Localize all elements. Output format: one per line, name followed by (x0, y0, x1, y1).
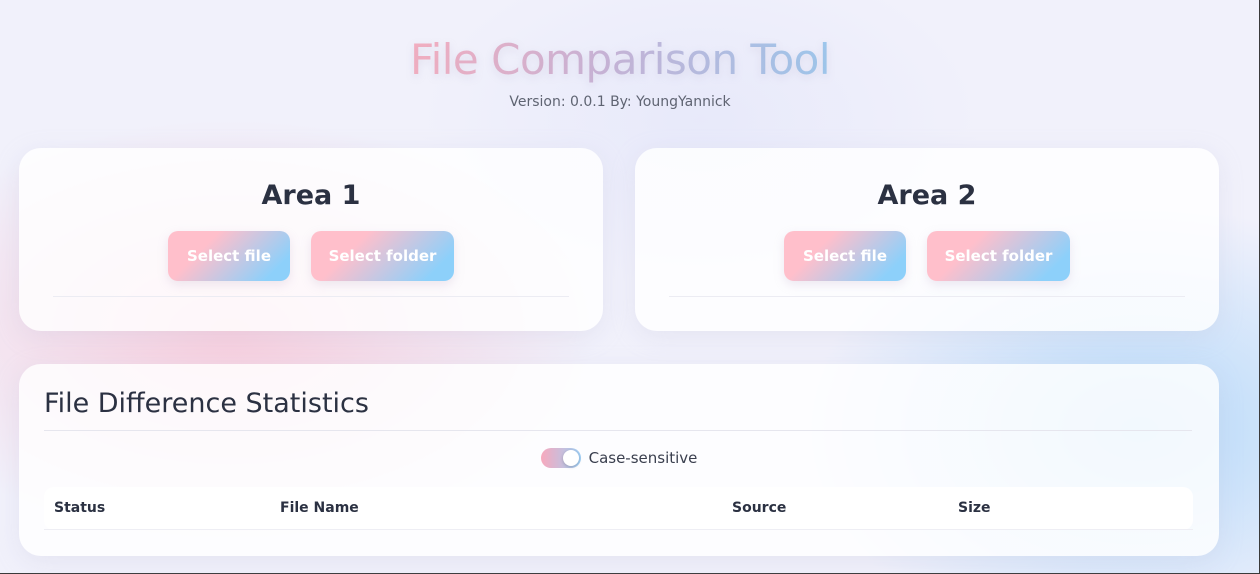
area-1-panel: Area 1 Select file Select folder (19, 148, 603, 331)
column-header-source[interactable]: Source (732, 487, 786, 530)
app-header: File Comparison Tool Version: 0.0.1 By: … (0, 30, 1240, 110)
column-header-status[interactable]: Status (54, 487, 105, 530)
stats-panel: File Difference Statistics Case-sensitiv… (19, 364, 1219, 556)
area-2-panel: Area 2 Select file Select folder (635, 148, 1219, 331)
stats-title: File Difference Statistics (44, 388, 369, 419)
area-2-select-folder-button[interactable]: Select folder (927, 231, 1070, 281)
difference-table: Status File Name Source Size (44, 487, 1193, 530)
version-info: Version: 0.0.1 By: YoungYannick (509, 94, 731, 110)
stats-divider (44, 430, 1192, 431)
case-sensitive-row: Case-sensitive (19, 448, 1219, 468)
area-1-select-folder-button[interactable]: Select folder (311, 231, 454, 281)
column-header-file-name[interactable]: File Name (280, 487, 359, 530)
area-2-title: Area 2 (877, 180, 977, 211)
table-header-rule (44, 529, 1193, 530)
app-title: File Comparison Tool (410, 30, 831, 90)
area-1-divider (53, 296, 569, 297)
case-sensitive-toggle[interactable] (540, 448, 581, 468)
column-header-size[interactable]: Size (958, 487, 991, 530)
area-2-select-file-button[interactable]: Select file (784, 231, 906, 281)
area-2-button-row: Select file Select folder (635, 231, 1219, 281)
area-1-title: Area 1 (261, 180, 361, 211)
area-1-select-file-button[interactable]: Select file (168, 231, 290, 281)
toggle-knob (562, 450, 579, 466)
case-sensitive-label: Case-sensitive (588, 449, 698, 467)
area-1-button-row: Select file Select folder (19, 231, 603, 281)
area-2-divider (669, 296, 1185, 297)
